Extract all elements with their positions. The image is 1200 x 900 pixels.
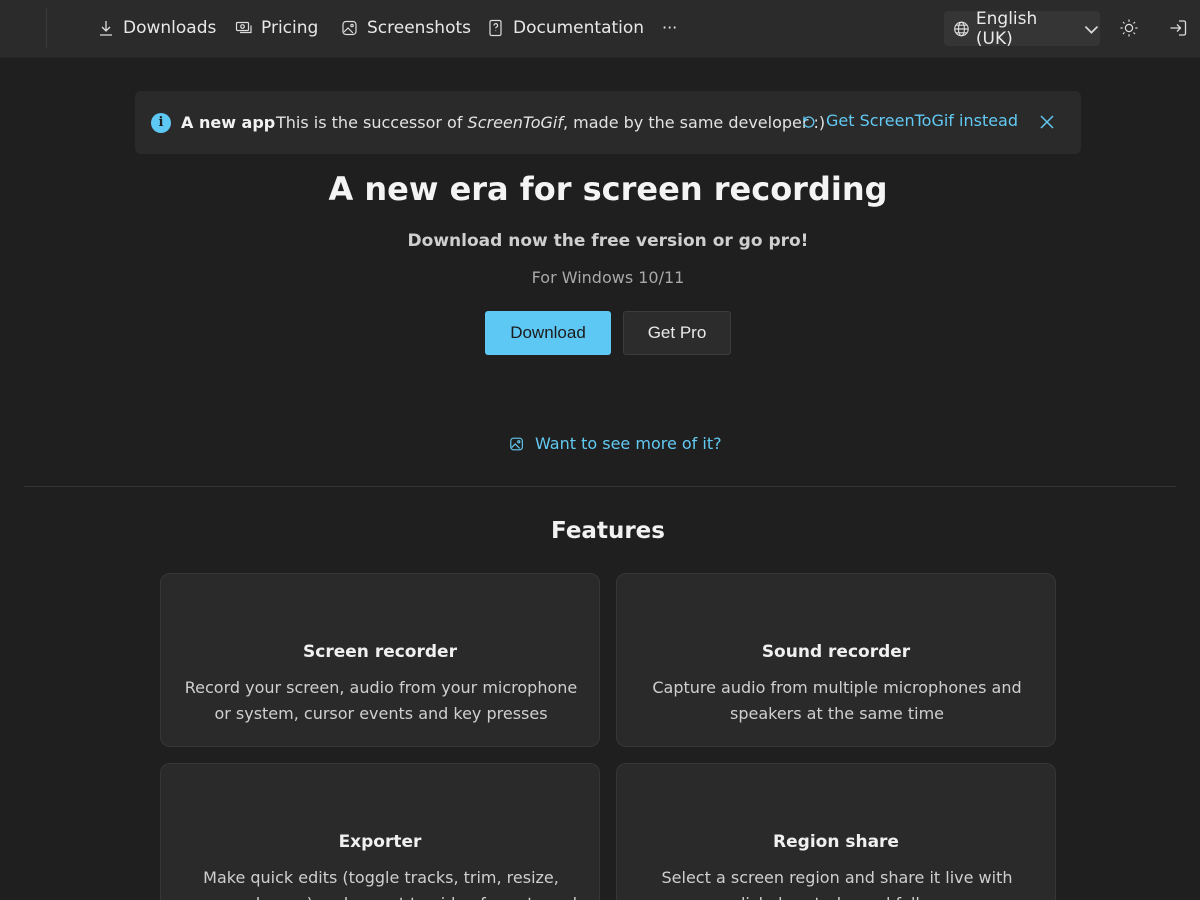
image-icon <box>342 20 357 36</box>
hero-subtitle: Download now the free version or go pro! <box>407 231 809 251</box>
close-icon[interactable] <box>1037 112 1057 132</box>
nav-pricing-label: Pricing <box>261 18 319 38</box>
chevron-down-icon <box>1084 25 1099 34</box>
nav-separator <box>46 8 47 48</box>
banner-app-name: ScreenToGif <box>467 113 563 132</box>
theme-toggle-button[interactable] <box>1118 17 1140 39</box>
nav-more-button[interactable]: ··· <box>662 15 677 39</box>
banner-message-start: This is the successor of <box>276 113 468 132</box>
nav-documentation-label: Documentation <box>513 18 645 38</box>
get-screentogif-label: Get ScreenToGif instead <box>826 111 1019 130</box>
platform-note: For Windows 10/11 <box>531 268 685 287</box>
section-divider <box>24 486 1176 487</box>
see-more-link[interactable]: Want to see more of it? <box>509 434 722 453</box>
get-screentogif-link[interactable]: Get ScreenToGif instead <box>800 111 1018 130</box>
see-more-label: Want to see more of it? <box>535 434 722 453</box>
nav-screenshots-label: Screenshots <box>367 18 472 38</box>
feature-card-text: Make quick edits (toggle tracks, trim, r… <box>185 868 577 900</box>
banner-message: This is the successor of ScreenToGif, ma… <box>276 113 825 132</box>
feature-card-text: Capture audio from multiple microphones … <box>652 678 1022 723</box>
nav-downloads[interactable]: Downloads <box>97 16 216 40</box>
language-selector[interactable]: English (UK) <box>944 8 1100 49</box>
announcement-banner: i A new app This is the successor of Scr… <box>135 91 1081 154</box>
feature-card-region-share: Region share Select a screen region and … <box>616 763 1056 900</box>
nav-documentation[interactable]: Documentation <box>487 16 644 40</box>
top-nav-bar: Downloads Pricing Screenshots Documentat… <box>0 0 1200 58</box>
feature-card-exporter: Exporter Make quick edits (toggle tracks… <box>160 763 600 900</box>
hero-title: A new era for screen recording <box>328 170 888 208</box>
more-dots-icon: ··· <box>662 17 678 37</box>
image-icon <box>510 437 523 450</box>
nav-screenshots[interactable]: Screenshots <box>341 16 471 40</box>
pricing-icon <box>235 21 252 34</box>
docs-icon <box>489 19 502 37</box>
globe-icon <box>954 21 969 36</box>
feature-card-title: Screen recorder <box>303 642 457 662</box>
features-heading: Features <box>551 518 665 544</box>
info-icon: i <box>151 113 171 133</box>
feature-card-text: Record your screen, audio from your micr… <box>184 678 578 723</box>
nav-downloads-label: Downloads <box>123 18 217 38</box>
feature-card-title: Sound recorder <box>761 642 911 662</box>
nav-pricing[interactable]: Pricing <box>235 16 318 40</box>
undo-icon <box>803 115 815 128</box>
feature-card-sound-recorder: Sound recorder Capture audio from multip… <box>616 573 1056 747</box>
sign-in-icon <box>1170 20 1187 36</box>
download-icon <box>100 21 112 36</box>
feature-card-title: Exporter <box>338 832 422 852</box>
download-button[interactable]: Download <box>485 311 611 355</box>
get-pro-button[interactable]: Get Pro <box>623 311 731 355</box>
feature-card-title: Region share <box>773 832 899 852</box>
banner-title: A new app <box>181 113 276 132</box>
language-label: English (UK) <box>975 8 1038 49</box>
sign-in-button[interactable] <box>1167 17 1189 39</box>
feature-card-screen-recorder: Screen recorder Record your screen, audi… <box>160 573 600 747</box>
banner-message-end: , made by the same developer :) <box>562 113 826 132</box>
feature-card-text: Select a screen region and share it live… <box>661 868 1013 900</box>
sun-icon <box>1120 19 1138 37</box>
